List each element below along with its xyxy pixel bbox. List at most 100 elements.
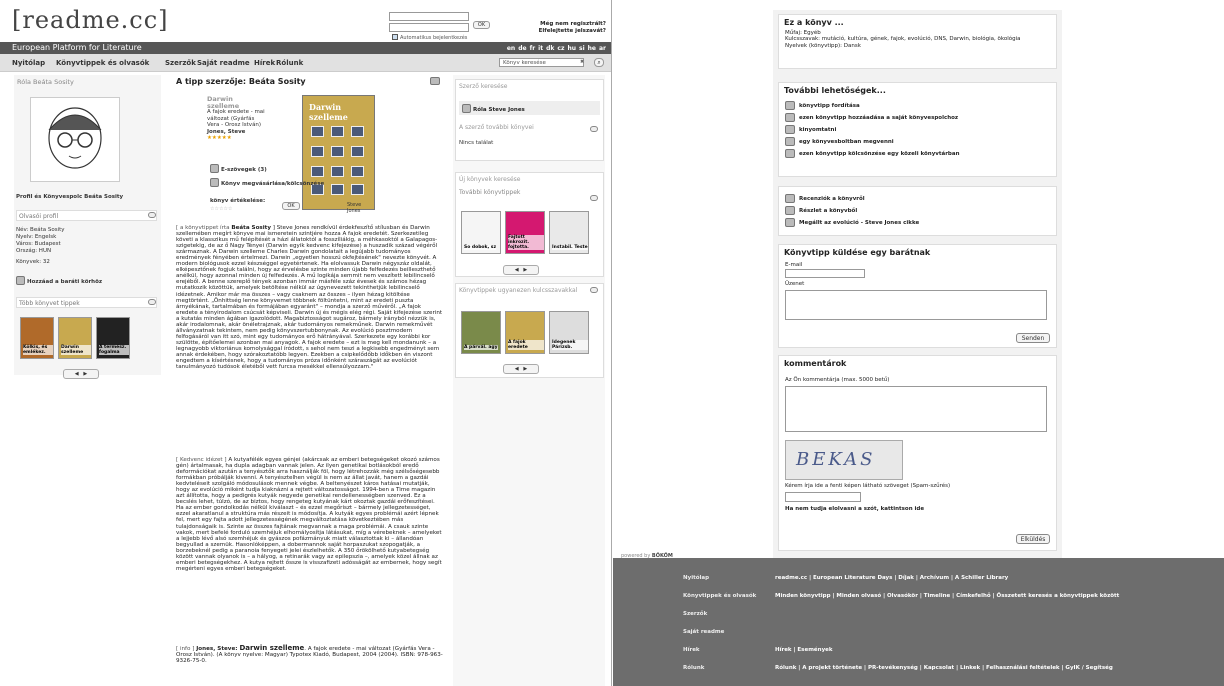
footer-label-about[interactable]: Rólunk [683,665,704,671]
send-title: Könyvtipp küldése egy barátnak [784,248,931,257]
collapse-keyword-tips-button[interactable] [590,287,598,293]
footer-links-about[interactable]: Rólunk | A projekt története | PR-tevéke… [775,665,1113,671]
reader-profile-header: Olvasói profil [16,210,157,221]
book-thumb[interactable]: So dobok, sz [461,211,501,254]
book-cover[interactable]: Darwin szelleme Steve Jones [302,95,375,214]
article-icon [785,218,795,227]
ebook-link[interactable]: E-szövegek (3) [210,164,267,173]
profile-link[interactable]: Profil és Könyvespolc Beáta Sosity [16,194,123,200]
right-column [453,75,605,686]
footer-label-authors[interactable]: Szerzők [683,611,707,617]
clear-search-icon[interactable]: ✖ [580,59,584,65]
register-links: Még nem regisztrált? Elfelejtette jelsza… [539,21,606,35]
collapse-new-books-button[interactable] [590,195,598,201]
book-thumb[interactable]: Fajtott inkrozit. fojtotta. [505,211,545,254]
print-link[interactable]: kinyomtatni [785,125,1050,134]
book-thumb[interactable]: Kölkis, és emlékez. [20,317,54,359]
more-books-title: A szerző további könyvei [459,124,534,131]
send-button[interactable]: Senden [1016,333,1050,343]
carousel-pager[interactable]: ◀ ▶ [503,265,539,275]
lang-de[interactable]: de [518,45,526,52]
submit-comment-button[interactable]: Elküldés [1016,534,1050,544]
site-logo[interactable]: [readme.cc] [12,6,169,34]
add-shelf-link[interactable]: ezen könyvtipp hozzáadása a saját könyve… [785,113,1050,122]
lang-en[interactable]: en [507,45,515,52]
lang-he[interactable]: he [588,45,596,52]
footer-label-home[interactable]: Nyitólap [683,575,709,581]
globe-icon [785,101,795,110]
lang-ar[interactable]: ar [599,45,606,52]
nav-my-readme[interactable]: Saját readme [197,59,250,67]
carousel-pager[interactable]: ◀ ▶ [63,369,99,379]
collapse-tips-button[interactable] [148,299,156,305]
reviews-panel: Recenziók a könyvről Részlet a könyvből … [778,186,1057,236]
search-button[interactable]: ⌕ [594,58,604,67]
nav-news[interactable]: Hírek [254,59,275,67]
library-link[interactable]: ezen könyvtipp kölcsönzése egy közeli kö… [785,149,1050,158]
lang-it[interactable]: it [538,45,543,52]
buy-borrow-link[interactable]: Könyv megvásárlása/kölcsönzése [210,178,324,187]
footer-links-news[interactable]: Hírek | Események [775,647,833,653]
comment-textarea[interactable] [785,386,1047,433]
book-title[interactable]: Darwin szelleme [207,96,267,109]
about-reader-title: Róla Beáta Sosity [17,78,74,86]
review-text: [ a könyvtippet írta Beáta Sosity ] Stev… [176,225,443,371]
book-thumb[interactable]: A termész. fogalma [96,317,130,359]
footer-label-news[interactable]: Hírek [683,647,700,653]
forgot-password-link[interactable]: Elfelejtette jelszavát? [539,28,606,35]
nav-home[interactable]: Nyitólap [12,59,45,67]
footer-label-my-readme[interactable]: Saját readme [683,629,724,635]
buy-link[interactable]: egy könyvesboltban megvenni [785,137,1050,146]
lang-dk[interactable]: dk [546,45,554,52]
translate-link[interactable]: könyvtipp fordítása [785,101,1050,110]
ebook-label: E-szövegek (3) [221,167,267,173]
collapse-profile-button[interactable] [148,212,156,218]
footer-links-booktips[interactable]: Minden könyvtipp | Minden olvasó | Olvas… [775,593,1119,599]
captcha-refresh-link[interactable]: Ha nem tudja elolvasni a szót, kattintso… [779,506,1056,512]
book-info: [ info ] Jones, Steve: Darwin szelleme. … [176,644,443,665]
book-thumb[interactable]: Darwin szelleme [58,317,92,359]
nav-about[interactable]: Rólunk [276,59,303,67]
excerpt-link[interactable]: Részlet a könyvből [785,206,1050,215]
shop-icon [785,137,795,146]
author-search-panel: Szerző keresése Róla Steve Jones A szerz… [455,79,604,161]
lang-cz[interactable]: cz [557,45,564,52]
login-ok-button[interactable]: OK [473,21,490,29]
book-thumb[interactable]: Instabil. Teste [549,211,589,254]
article-link[interactable]: Megállt az evolúció - Steve Jones cikke [785,218,1050,227]
register-link[interactable]: Még nem regisztrált? [539,21,606,28]
lang-hu[interactable]: hu [567,45,576,52]
tips-carousel: Kölkis, és emlékez. Darwin szelleme A te… [20,317,130,359]
username-input[interactable] [389,12,469,21]
keyword-tips-carousel: A párvál. agy A fajok eredete Idegenek P… [461,311,589,354]
powered-by: powered by BÖKÖM [621,553,673,559]
reviews-link[interactable]: Recenziók a könyvről [785,194,1050,203]
lang-si[interactable]: si [579,45,585,52]
footer-links-home[interactable]: readme.cc | European Literature Days | D… [775,575,1008,581]
rating-ok-button[interactable]: OK [282,202,300,210]
collapse-more-books-button[interactable] [590,126,598,132]
comments-panel: kommentárok Az Ön kommentárja (max. 5000… [778,355,1057,551]
autologin-checkbox[interactable]: Automatikus bejelentkezés [392,34,467,41]
message-textarea[interactable] [785,289,1047,320]
language-switcher: en de fr it dk cz hu si he ar [504,45,606,52]
nav-booktips[interactable]: Könyvtippek és olvasók [56,59,149,67]
rating-stars[interactable]: ☆☆☆☆☆ [210,206,232,212]
carousel-pager[interactable]: ◀ ▶ [503,364,539,374]
rating-label: könyv értékelése: [210,198,266,204]
password-input[interactable] [389,23,469,32]
print-icon[interactable] [430,77,440,85]
book-thumb[interactable]: A párvál. agy [461,311,501,354]
about-book-panel: Ez a könyv ... Műfaj: Egyéb Kulcsszavak:… [778,14,1057,69]
lang-fr[interactable]: fr [530,45,536,52]
footer-label-booktips[interactable]: Könyvtippek és olvasók [683,593,756,599]
book-thumb[interactable]: A fajok eredete [505,311,545,354]
nav-authors[interactable]: Szerzők [165,59,196,67]
captcha-input[interactable] [785,491,861,502]
add-friend-button[interactable]: Hozzáad a baráti körhöz [16,276,102,285]
book-thumb[interactable]: Idegenek Párizsb. [549,311,589,354]
about-author-link[interactable]: Róla Steve Jones [459,101,600,115]
email-field[interactable] [785,269,865,279]
book-search-input[interactable]: Könyv keresése [499,58,584,67]
comment-label: Az Ön kommentárja (max. 5000 betű) [785,377,890,383]
